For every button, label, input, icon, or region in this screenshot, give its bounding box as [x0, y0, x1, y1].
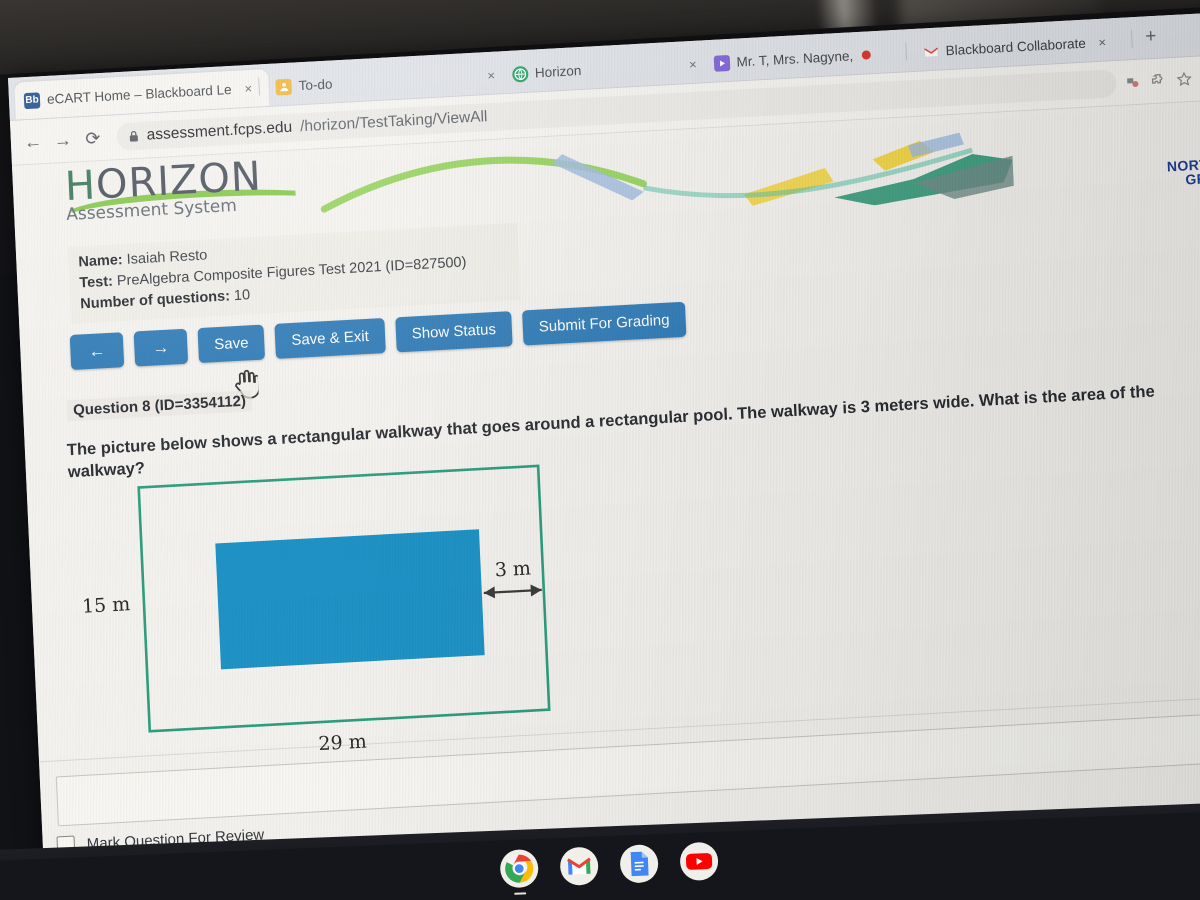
photographed-laptop-scene: Bb eCART Home – Blackboard Le × To-do × … [0, 0, 1200, 900]
save-and-exit-button[interactable]: Save & Exit [274, 318, 386, 359]
close-tab-icon[interactable]: × [689, 57, 697, 72]
browser-tab-label: To-do [298, 76, 333, 94]
bookmark-star-icon[interactable] [1176, 71, 1193, 88]
walkway-pool-diagram: 3 m 15 m 29 m [82, 464, 551, 756]
tab-recording-indicator-icon [861, 50, 871, 60]
drive-video-icon [713, 54, 730, 72]
extension-icon[interactable] [1124, 74, 1141, 91]
lock-icon [129, 130, 140, 143]
district-wordmark: NORTHR GRUM [1167, 155, 1200, 187]
browser-reload-icon[interactable]: ⟳ [78, 124, 107, 153]
browser-forward-icon[interactable]: → [48, 125, 77, 154]
browser-back-icon[interactable]: ← [18, 127, 47, 156]
address-bar-path: /horizon/TestTaking/ViewAll [299, 108, 488, 136]
outer-height-label: 15 m [82, 593, 131, 618]
puzzle-extensions-icon[interactable] [1150, 72, 1167, 89]
walkway-width-dimension [483, 584, 542, 599]
student-name-value: Isaiah Resto [126, 247, 208, 268]
outer-width-label: 29 m [318, 731, 367, 756]
student-name-label: Name: [78, 252, 124, 271]
youtube-icon[interactable] [679, 841, 719, 882]
browser-toolbar-actions [1124, 68, 1200, 92]
previous-question-button[interactable]: ← [69, 332, 125, 371]
close-tab-icon[interactable]: × [244, 81, 252, 96]
browser-tab-label: Horizon [534, 62, 582, 81]
horizon-assessment-page: HORIZON Assessment System NORTHR GRUM Na… [11, 99, 1200, 868]
gmail-icon [922, 43, 939, 60]
question-heading: Question 8 (ID=3354112) [66, 390, 253, 422]
show-status-button[interactable]: Show Status [394, 311, 513, 353]
question-count-value: 10 [233, 287, 251, 305]
browser-tab-label: eCART Home – Blackboard Le [46, 81, 232, 107]
todo-icon [275, 78, 293, 96]
blackboard-icon: Bb [23, 91, 41, 109]
walkway-width-label: 3 m [494, 557, 531, 581]
browser-tab-label: Blackboard Collaborate invit [945, 35, 1086, 59]
gmail-icon[interactable] [559, 846, 599, 886]
chrome-icon[interactable] [499, 848, 539, 895]
close-tab-icon[interactable]: × [1098, 35, 1106, 50]
browser-tab-todo[interactable]: To-do [266, 62, 405, 106]
pool-rectangle [215, 529, 485, 670]
horizon-logo[interactable]: HORIZON Assessment System [64, 153, 296, 225]
google-docs-icon[interactable] [619, 844, 659, 884]
laptop-screen: Bb eCART Home – Blackboard Le × To-do × … [8, 11, 1200, 868]
close-tab-icon[interactable]: × [487, 68, 495, 83]
test-name-label: Test: [79, 273, 114, 292]
new-tab-button[interactable]: + [1145, 26, 1157, 48]
submit-for-grading-button[interactable]: Submit For Grading [522, 301, 687, 346]
address-bar-host: assessment.fcps.edu [146, 118, 293, 144]
horizon-globe-icon [511, 65, 529, 83]
save-button[interactable]: Save [197, 324, 266, 364]
next-question-button[interactable]: → [133, 328, 189, 367]
test-info-panel: Name: Isaiah Resto Test: PreAlgebra Comp… [67, 222, 521, 324]
browser-tab-label: Mr. T, Mrs. Nagyne, and M [736, 48, 855, 70]
